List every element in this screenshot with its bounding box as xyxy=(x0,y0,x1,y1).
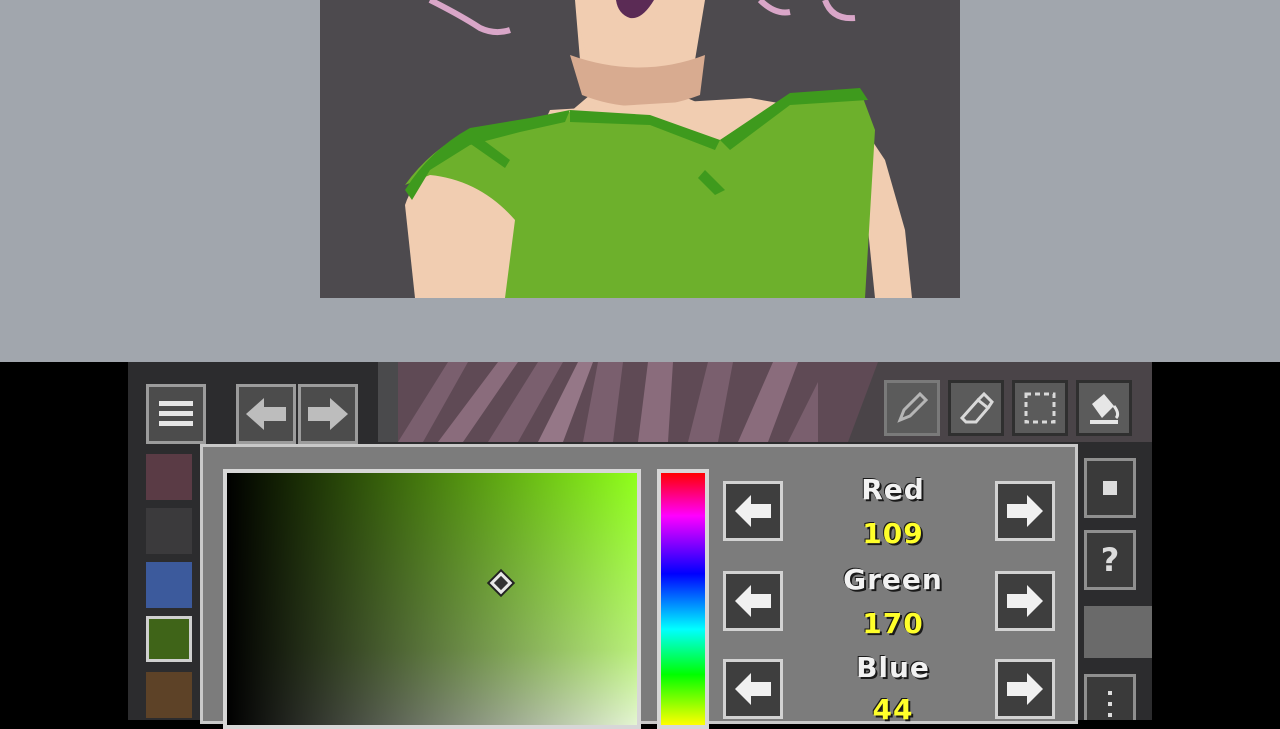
more-button[interactable] xyxy=(1084,674,1136,720)
help-button[interactable]: ? xyxy=(1084,530,1136,590)
undo-button[interactable] xyxy=(236,384,296,444)
blue-increase-button[interactable] xyxy=(995,659,1055,719)
arrow-right-icon xyxy=(1007,495,1043,527)
stop-icon xyxy=(1103,481,1117,495)
green-label: Green xyxy=(843,563,943,596)
red-increase-button[interactable] xyxy=(995,481,1055,541)
canvas-preview xyxy=(320,0,960,298)
stop-button[interactable] xyxy=(1084,458,1136,518)
fill-tool-button[interactable] xyxy=(1076,380,1132,436)
side-panel-strip xyxy=(1084,606,1152,658)
eraser-tool-button[interactable] xyxy=(948,380,1004,436)
arrow-right-icon xyxy=(1007,673,1043,705)
palette-swatch[interactable] xyxy=(146,562,192,608)
red-label: Red xyxy=(861,473,925,506)
blue-label: Blue xyxy=(856,651,930,684)
arrow-left-icon xyxy=(735,585,771,617)
menu-icon xyxy=(159,401,193,426)
green-decrease-button[interactable] xyxy=(723,571,783,631)
top-screen xyxy=(0,0,1280,362)
artwork-illustration xyxy=(320,0,960,298)
blue-value: 44 xyxy=(872,693,914,726)
red-decrease-button[interactable] xyxy=(723,481,783,541)
green-increase-button[interactable] xyxy=(995,571,1055,631)
eraser-icon xyxy=(959,391,994,424)
green-value: 170 xyxy=(862,607,924,640)
hue-slider[interactable] xyxy=(657,469,709,729)
palette-swatch[interactable] xyxy=(146,672,192,718)
palette-swatch[interactable] xyxy=(146,454,192,500)
sv-gradient xyxy=(227,473,637,725)
more-icon xyxy=(1108,691,1112,717)
redo-button[interactable] xyxy=(298,384,358,444)
pencil-tool-button[interactable] xyxy=(884,380,940,436)
selection-tool-button[interactable] xyxy=(1012,380,1068,436)
red-value: 109 xyxy=(862,517,924,550)
menu-button[interactable] xyxy=(146,384,206,444)
color-picker-dialog: Red 109 Green 170 Blue 44 xyxy=(200,444,1078,729)
fill-bucket-icon xyxy=(1090,394,1120,424)
saturation-value-picker[interactable] xyxy=(223,469,641,729)
pencil-icon xyxy=(897,391,929,423)
palette-swatch[interactable] xyxy=(146,508,192,554)
help-icon: ? xyxy=(1100,541,1120,579)
selection-icon xyxy=(1024,392,1056,424)
arrow-right-icon xyxy=(1007,585,1043,617)
arrow-left-icon xyxy=(246,398,286,430)
arrow-left-icon xyxy=(735,495,771,527)
blue-decrease-button[interactable] xyxy=(723,659,783,719)
arrow-left-icon xyxy=(735,673,771,705)
palette-swatch[interactable] xyxy=(146,616,192,662)
arrow-right-icon xyxy=(308,398,348,430)
